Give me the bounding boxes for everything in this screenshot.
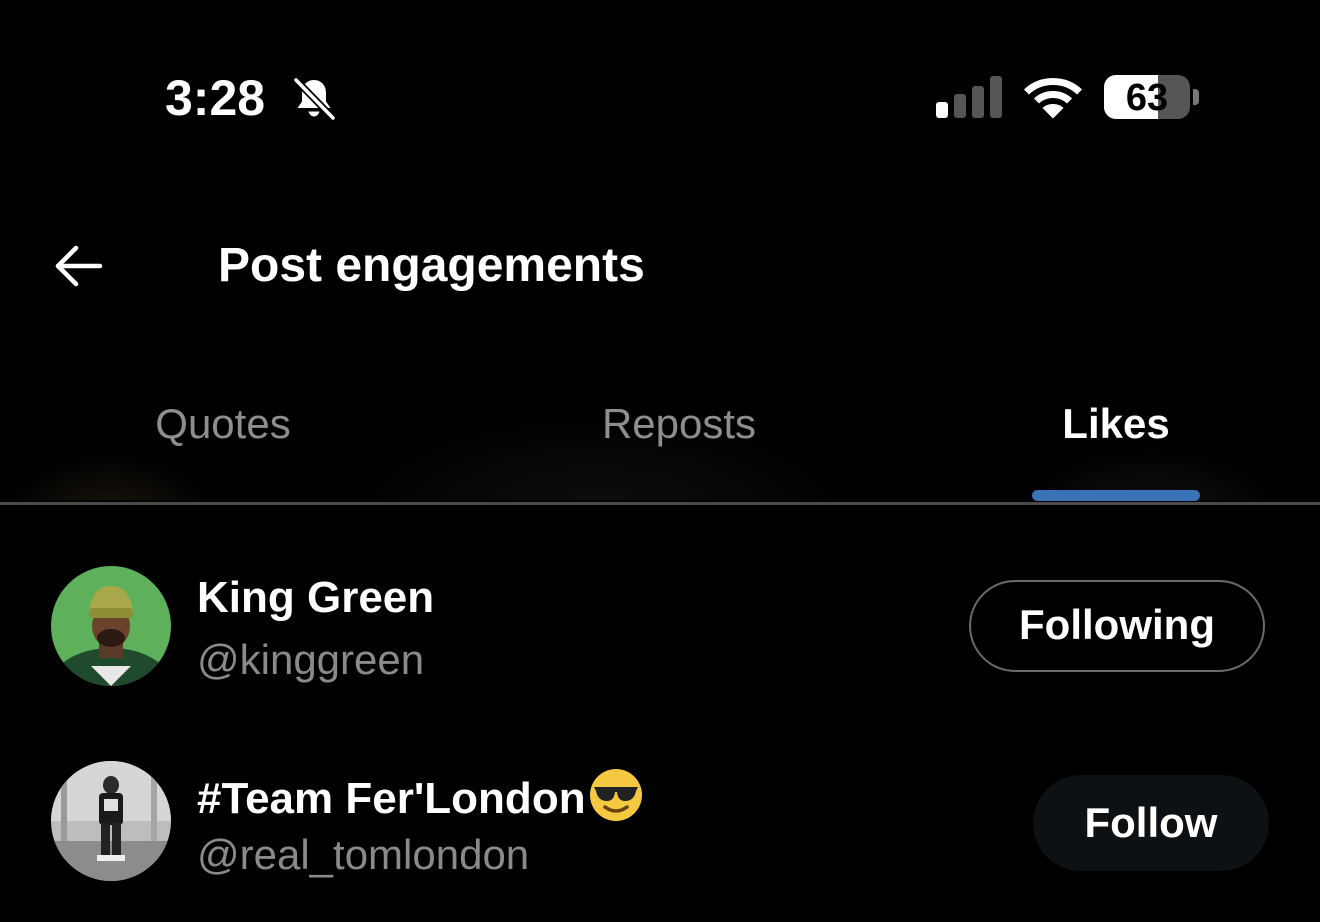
avatar[interactable] <box>51 566 171 686</box>
follow-button[interactable]: Follow <box>1033 775 1269 871</box>
tab-quotes[interactable]: Quotes <box>98 396 348 456</box>
smiling-face-with-sunglasses-emoji <box>589 769 642 821</box>
bell-slash-icon <box>292 76 337 122</box>
user-display-name[interactable]: #Team Fer'London <box>197 767 644 825</box>
following-button[interactable]: Following <box>969 580 1265 672</box>
arrow-left-icon <box>55 245 103 287</box>
battery-icon: 63 <box>1104 74 1200 120</box>
screen: 3:28 63 Post engagements Quotes Reposts … <box>0 0 1320 922</box>
tab-reposts[interactable]: Reposts <box>554 396 804 456</box>
tabs-divider <box>0 502 1320 505</box>
user-handle: @kinggreen <box>197 636 425 683</box>
user-handle: @real_tomlondon <box>197 831 530 878</box>
user-row-kinggreen[interactable]: King Green @kinggreen Following <box>0 560 1320 700</box>
user-display-name-text: #Team Fer'London <box>197 774 586 823</box>
user-display-name[interactable]: King Green <box>197 572 434 624</box>
avatar[interactable] <box>51 761 171 881</box>
cellular-signal-icon <box>936 76 1002 118</box>
page-title: Post engagements <box>218 239 645 292</box>
battery-percent: 63 <box>1125 77 1169 119</box>
tab-likes[interactable]: Likes <box>990 396 1242 456</box>
wifi-icon <box>1024 78 1082 119</box>
active-tab-indicator <box>1032 490 1200 501</box>
back-button[interactable] <box>52 240 108 292</box>
user-row-real-tomlondon[interactable]: #Team Fer'London @real_tomlondon Follow <box>0 755 1320 895</box>
status-time: 3:28 <box>165 70 266 126</box>
